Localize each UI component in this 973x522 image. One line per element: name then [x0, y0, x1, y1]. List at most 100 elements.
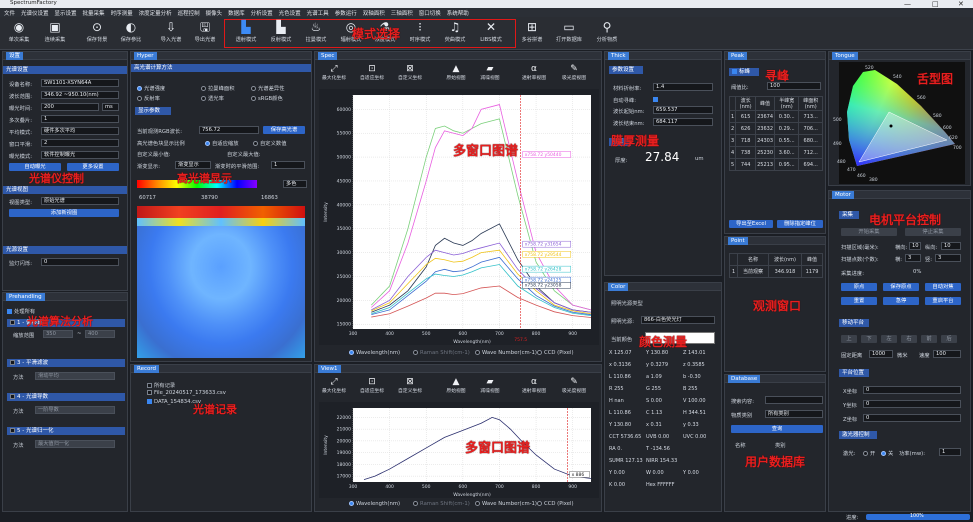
menu-item[interactable]: 参数运行 [335, 9, 357, 17]
table-row[interactable]: 3 718 24303 0.55... 680... [728, 134, 823, 147]
table-row[interactable]: 4 738 25230 3.60... 712... [728, 146, 823, 159]
menu-item[interactable]: 系统帮助 [447, 9, 469, 17]
tab-motor[interactable]: Motor [832, 191, 854, 199]
x-unit-wavenumber[interactable]: Wave Number(cm-1) [475, 350, 537, 356]
emergency-stop-button[interactable]: 急停 [883, 297, 919, 305]
point-table[interactable]: 名称 波长(nm) 峰值 1 当前观察 346.918 1179 [728, 253, 823, 278]
menu-item[interactable]: 分析设置 [251, 9, 273, 17]
fixed-distance-input[interactable]: 1000 [869, 350, 893, 358]
timeseq-mode-button[interactable]: ⁝ 时序模式 [403, 20, 437, 43]
move-down-button[interactable]: 下 [861, 335, 877, 343]
menu-item[interactable]: 显示设置 [55, 9, 77, 17]
zpos-field[interactable]: 0 [863, 414, 961, 422]
algo-smooth[interactable]: 3 - 平滑滤波 [7, 359, 125, 367]
fluorescence-mode-button[interactable]: ♫ 荧曲模式 [438, 20, 472, 43]
move-right-button[interactable]: 右 [901, 335, 917, 343]
open-database-button[interactable]: ▭ 打开数据库 [552, 20, 586, 43]
shift-min-input[interactable]: 350 [43, 330, 73, 338]
speed-input[interactable]: 100 [933, 350, 961, 358]
menu-item[interactable]: 时序测量 [111, 9, 133, 17]
range-field[interactable]: 346.92 ~950.10(nm) [41, 91, 119, 99]
export-spectrum-button[interactable]: 🖫 导出光谱 [188, 20, 222, 43]
restart-platform-button[interactable]: 重启平台 [925, 297, 961, 305]
tab-color[interactable]: Color [608, 283, 629, 291]
tab-hyper[interactable]: Hyper [134, 52, 157, 60]
opt-custom-value[interactable]: 自定义数值 [253, 139, 287, 147]
tab-view1[interactable]: View1 [318, 365, 341, 373]
stop-acquire-button[interactable]: 停止采集 [905, 228, 961, 236]
tab-point[interactable]: Point [728, 237, 748, 245]
px-input[interactable]: 3 [905, 254, 921, 262]
max-coord-button[interactable]: ⤢ 最大化坐标 [321, 64, 347, 81]
table-row[interactable]: 1 当前观察 346.918 1179 [728, 265, 823, 278]
refractive-input[interactable]: 1.4 [653, 83, 713, 91]
raman-mode-button[interactable]: ♨ 拉曼模式 [299, 20, 333, 43]
ypos-field[interactable]: 0 [863, 400, 961, 408]
category-select[interactable]: 所有类别 [765, 410, 823, 418]
menu-item[interactable]: 光谱仪设置 [21, 9, 49, 17]
continuous-acquire-button[interactable]: ▣ 连续采集 [38, 20, 72, 43]
transmittance-view-button[interactable]: α 透射率视图 [521, 64, 547, 81]
raw-view-button[interactable]: ▲ 原始视图 [443, 64, 469, 81]
gradient-select[interactable]: 渐变显示 [175, 161, 211, 169]
x-unit-wavenumber[interactable]: Wave Number(cm-1) [475, 501, 537, 507]
menu-item[interactable]: 批量采集 [83, 9, 105, 17]
light-source-select[interactable]: 866-白色荧光灯 [641, 316, 715, 324]
save-background-button[interactable]: ⊙ 保存背景 [80, 20, 114, 43]
tab-tongue[interactable]: Tongue [832, 52, 858, 60]
view-type-select[interactable]: 原始光谱 [41, 197, 119, 205]
maximize-button[interactable]: □ [932, 0, 939, 8]
tab-database[interactable]: Database [728, 375, 761, 383]
x-area-input[interactable]: 10 [909, 242, 921, 250]
search-input[interactable] [765, 396, 823, 404]
smooth-select[interactable]: 硬件多次平均 [41, 127, 119, 135]
shift-max-input[interactable]: 400 [85, 330, 115, 338]
auto-peak-checkbox[interactable] [653, 96, 660, 103]
exposure-input[interactable]: 200 [41, 103, 99, 111]
end-input[interactable]: 684.117 [653, 118, 713, 126]
xpos-field[interactable]: 0 [863, 386, 961, 394]
move-forward-button[interactable]: 前 [921, 335, 937, 343]
x-unit-raman[interactable]: Raman Shift(cm-1) [413, 350, 470, 356]
minimize-button[interactable]: — [904, 0, 911, 8]
hyperspectral-image[interactable] [137, 206, 305, 358]
cur-wavelength-input[interactable]: 756.72 [199, 126, 259, 134]
reflection-mode-button[interactable]: ▙ 反射模式 [264, 20, 298, 43]
close-button[interactable]: ✕ [958, 0, 964, 8]
start-acquire-button[interactable]: 开始采集 [841, 228, 897, 236]
move-up-button[interactable]: 上 [841, 335, 857, 343]
record-all[interactable]: 所有记录 [147, 381, 175, 389]
custom-coord-button[interactable]: ⊠ 自定义坐标 [397, 377, 423, 394]
spec-chart[interactable]: 300 400 500 600 700 800 900 15000 20000 25000 3000… [319, 89, 599, 345]
opt-reflect[interactable]: 反射率 [137, 94, 160, 102]
peak-enable-checkbox[interactable]: 标峰 [729, 68, 759, 76]
add-view-button[interactable]: 添加新视图 [9, 209, 119, 217]
table-row[interactable]: 2 626 23632 0.29... 706... [728, 122, 823, 135]
smooth-range-input[interactable]: 1 [271, 161, 305, 169]
opt-transmit[interactable]: 透光率 [201, 94, 224, 102]
analyze-substance-button[interactable]: ⚲ 分析物质 [590, 20, 624, 43]
opt-intensity[interactable]: 光谱强度 [137, 84, 165, 92]
algo-derivative[interactable]: 4 - 光谱导数 [7, 393, 125, 401]
save-hyper-button[interactable]: 保存高光谱 [263, 126, 305, 134]
menu-item[interactable]: 浓度定量分析 [139, 9, 172, 17]
colormap-select[interactable]: 多色 [283, 180, 307, 188]
tab-settings[interactable]: 设置 [6, 52, 24, 60]
custom-coord-button[interactable]: ⊠ 自定义坐标 [397, 64, 423, 81]
x-unit-wavelength[interactable]: Wavelength(nm) [349, 350, 400, 356]
save-reference-button[interactable]: ◐ 保存参比 [114, 20, 148, 43]
denoise-view-button[interactable]: ▰ 减噪视图 [477, 377, 503, 394]
derivative-select[interactable]: 一阶导数 [35, 406, 115, 414]
y-area-input[interactable]: 10 [941, 242, 961, 250]
flash-input[interactable]: 0 [41, 258, 119, 266]
delete-peak-button[interactable]: 删除指定峰位 [777, 220, 823, 228]
auto-coord-button[interactable]: ⊡ 自适应坐标 [359, 64, 385, 81]
trigger-select[interactable]: 软件控制曝光 [41, 151, 119, 159]
menu-item[interactable]: 双轴面积 [363, 9, 385, 17]
raw-view-button[interactable]: ▲ 原始视图 [443, 377, 469, 394]
tab-record[interactable]: Record [134, 365, 160, 373]
menu-item[interactable]: 数据库 [228, 9, 245, 17]
stitch-button[interactable]: ⊞ 多谷拼谱 [515, 20, 549, 43]
x-unit-pixel[interactable]: CCD (Pixel) [537, 350, 574, 356]
power-input[interactable]: 1 [939, 448, 961, 456]
